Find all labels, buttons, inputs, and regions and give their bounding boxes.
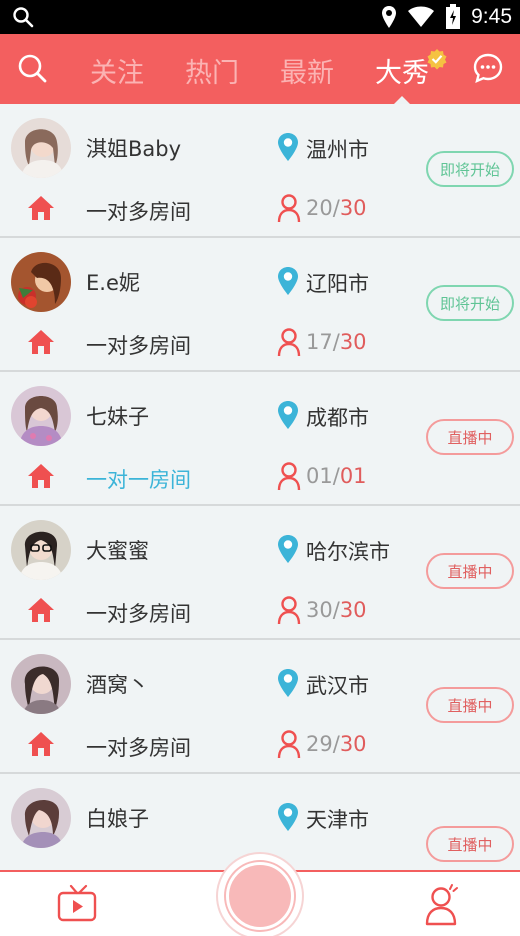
room-type: 一对多房间 <box>86 602 191 626</box>
anchor-city: 成都市 <box>306 406 369 430</box>
list-item[interactable]: 大蜜蜜 哈尔滨市 一对多房间 30/30 直播中 <box>0 506 520 640</box>
anchor-list: 淇姐Baby 温州市 一对多房间 20/30 即将开始 E.e妮 辽阳市 一对多… <box>0 104 520 870</box>
location-pin-icon <box>278 133 298 161</box>
anchor-name: 淇姐Baby <box>86 137 182 161</box>
room-type: 一对多房间 <box>86 200 191 224</box>
verified-badge-icon <box>427 49 447 70</box>
status-button-live[interactable]: 直播中 <box>426 826 514 862</box>
anchor-city: 温州市 <box>306 138 369 162</box>
status-button-live[interactable]: 直播中 <box>426 553 514 589</box>
profile-icon[interactable] <box>424 882 460 926</box>
viewer-count: 17/30 <box>306 330 367 354</box>
room-type: 一对一房间 <box>86 468 191 492</box>
location-pin-icon <box>278 535 298 563</box>
home-icon <box>28 464 54 488</box>
viewer-count: 29/30 <box>306 732 367 756</box>
location-pin-icon <box>278 401 298 429</box>
wifi-icon <box>408 6 435 27</box>
anchor-name: 大蜜蜜 <box>86 539 149 563</box>
list-item[interactable]: 七妹子 成都市 一对一房间 01/01 直播中 <box>0 372 520 506</box>
anchor-name: 七妹子 <box>86 405 149 429</box>
tv-icon[interactable] <box>57 884 97 922</box>
active-tab-indicator <box>394 96 410 104</box>
status-button-live[interactable]: 直播中 <box>426 687 514 723</box>
anchor-city: 辽阳市 <box>306 272 369 296</box>
avatar[interactable] <box>11 520 71 580</box>
user-count-icon <box>277 596 301 625</box>
home-icon <box>28 732 54 756</box>
search-icon <box>13 7 34 28</box>
home-icon <box>28 330 54 354</box>
tab-popular[interactable]: 热门 <box>185 51 239 90</box>
room-type: 一对多房间 <box>86 334 191 358</box>
tab-show[interactable]: 大秀 <box>375 51 429 90</box>
user-count-icon <box>277 328 301 357</box>
chat-icon[interactable] <box>472 52 504 84</box>
avatar[interactable] <box>11 788 71 848</box>
search-icon[interactable] <box>16 52 48 84</box>
record-icon[interactable] <box>226 862 294 930</box>
status-button-upcoming[interactable]: 即将开始 <box>426 151 514 187</box>
clock-time: 9:45 <box>471 5 512 28</box>
status-bar: 9:45 <box>0 0 520 34</box>
user-count-icon <box>277 194 301 223</box>
avatar[interactable] <box>11 118 71 178</box>
battery-icon <box>446 4 461 29</box>
anchor-city: 武汉市 <box>306 674 369 698</box>
viewer-count: 30/30 <box>306 598 367 622</box>
anchor-name: E.e妮 <box>86 271 140 295</box>
home-icon <box>28 196 54 220</box>
user-count-icon <box>277 462 301 491</box>
viewer-count: 20/30 <box>306 196 367 220</box>
tab-latest[interactable]: 最新 <box>280 51 334 90</box>
list-item[interactable]: 淇姐Baby 温州市 一对多房间 20/30 即将开始 <box>0 104 520 238</box>
location-pin-icon <box>278 267 298 295</box>
location-pin-icon <box>278 669 298 697</box>
room-type: 一对多房间 <box>86 736 191 760</box>
list-item[interactable]: E.e妮 辽阳市 一对多房间 17/30 即将开始 <box>0 238 520 372</box>
viewer-count: 01/01 <box>306 464 367 488</box>
location-icon <box>382 6 397 28</box>
avatar[interactable] <box>11 386 71 446</box>
status-button-upcoming[interactable]: 即将开始 <box>426 285 514 321</box>
status-button-live[interactable]: 直播中 <box>426 419 514 455</box>
anchor-city: 天津市 <box>306 808 369 832</box>
list-item[interactable]: 酒窝丶 武汉市 一对多房间 29/30 直播中 <box>0 640 520 774</box>
anchor-name: 白娘子 <box>86 807 149 831</box>
tab-follow[interactable]: 关注 <box>90 51 144 90</box>
avatar[interactable] <box>11 654 71 714</box>
location-pin-icon <box>278 803 298 831</box>
avatar[interactable] <box>11 252 71 312</box>
home-icon <box>28 598 54 622</box>
anchor-name: 酒窝丶 <box>86 673 149 697</box>
user-count-icon <box>277 730 301 759</box>
anchor-city: 哈尔滨市 <box>306 540 390 564</box>
